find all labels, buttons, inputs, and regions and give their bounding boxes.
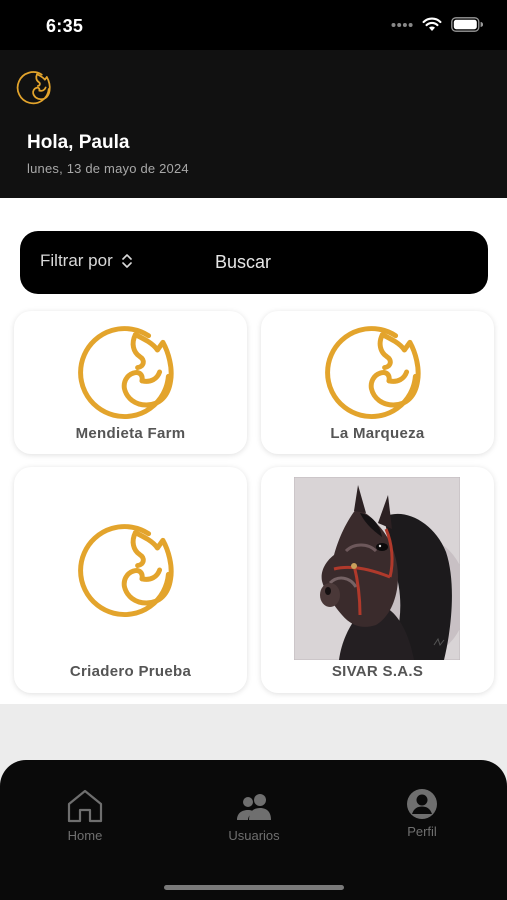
- status-bar: 6:35: [0, 0, 507, 50]
- home-icon: [67, 789, 103, 823]
- farm-card-criadero-prueba[interactable]: Criadero Prueba: [14, 467, 247, 693]
- search-bar: Filtrar por: [20, 231, 488, 294]
- farm-card-sivar[interactable]: SIVAR S.A.S: [261, 467, 494, 693]
- profile-icon: [407, 789, 437, 819]
- current-date: lunes, 13 de mayo de 2024: [27, 161, 189, 176]
- wifi-icon: [422, 17, 442, 31]
- farm-card-mendieta[interactable]: Mendieta Farm: [14, 311, 247, 454]
- tab-label: Home: [67, 828, 103, 843]
- horse-head-logo-icon: [67, 515, 195, 625]
- main-content: Filtrar por Mendieta Farm La Marqueza Cr…: [0, 198, 507, 704]
- filter-button[interactable]: Filtrar por: [40, 251, 133, 271]
- horse-head-logo-icon: [14, 68, 57, 107]
- farm-name: Criadero Prueba: [69, 663, 192, 680]
- home-indicator[interactable]: [164, 885, 344, 890]
- search-input[interactable]: [215, 245, 465, 279]
- status-time: 6:35: [46, 16, 84, 36]
- tab-home[interactable]: Home: [30, 788, 140, 843]
- tab-perfil[interactable]: Perfil: [367, 788, 477, 839]
- horse-head-logo-icon: [67, 317, 195, 427]
- tab-label: Perfil: [407, 824, 437, 839]
- filter-label: Filtrar por: [40, 251, 113, 270]
- farm-name: SIVAR S.A.S: [331, 663, 424, 680]
- farm-name: La Marqueza: [330, 425, 425, 442]
- farm-card-la-marqueza[interactable]: La Marqueza: [261, 311, 494, 454]
- bottom-tab-bar: Home Usuarios Perfil: [0, 760, 507, 900]
- farm-name: Mendieta Farm: [75, 425, 186, 442]
- tab-label: Usuarios: [228, 828, 280, 843]
- users-icon: [237, 794, 271, 820]
- signal-dots-icon: [391, 22, 413, 27]
- horse-portrait-photo: [294, 477, 460, 660]
- chevron-up-down-icon: [121, 254, 132, 268]
- battery-icon: [451, 17, 483, 32]
- horse-head-logo-icon: [314, 317, 442, 427]
- greeting-title: Hola, Paula: [27, 132, 130, 153]
- status-icons: [391, 17, 483, 32]
- tab-usuarios[interactable]: Usuarios: [199, 788, 309, 843]
- app-header: Hola, Paula lunes, 13 de mayo de 2024: [0, 50, 507, 198]
